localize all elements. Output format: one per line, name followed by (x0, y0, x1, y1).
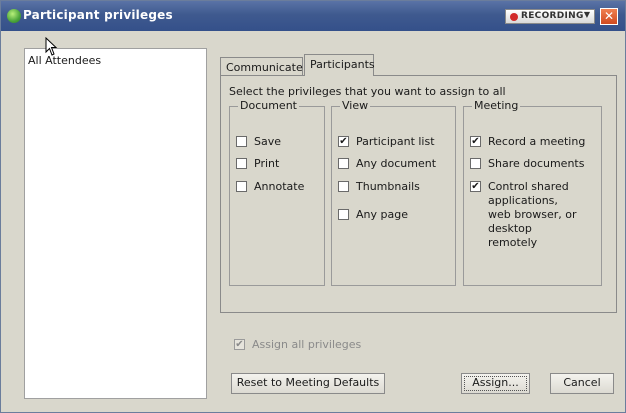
assign-button[interactable]: Assign... (461, 373, 530, 394)
view-group: View ✔ Participant list Any document Thu… (331, 99, 456, 286)
app-globe-icon (7, 9, 21, 23)
checkbox-box[interactable] (236, 181, 247, 192)
checkmark-icon[interactable]: ✔ (338, 136, 349, 147)
focus-rectangle (464, 376, 527, 391)
checkbox-box[interactable] (338, 181, 349, 192)
participant-privileges-window: Participant privileges RECORDING ▼ ✕ All… (0, 0, 626, 413)
checkbox-label: Print (254, 157, 280, 170)
group-title-document: Document (238, 99, 299, 112)
checkbox-label: Save (254, 135, 282, 148)
group-title-meeting: Meeting (472, 99, 521, 112)
checkbox-label: Any page (356, 208, 408, 221)
checkbox-label: Control shared applications, web browser… (488, 180, 577, 249)
tab-communicate[interactable]: Communicate (220, 57, 303, 75)
assign-all-label: Assign all privileges (252, 338, 362, 351)
document-group: Document Save Print Annotate (229, 99, 325, 286)
close-button[interactable]: ✕ (600, 8, 618, 25)
checkbox-label: Any document (356, 157, 437, 170)
reset-to-defaults-button[interactable]: Reset to Meeting Defaults (231, 373, 385, 394)
instruction-text: Select the privileges that you want to a… (229, 85, 506, 98)
participants-tab-panel: Select the privileges that you want to a… (220, 75, 617, 313)
checkmark-icon[interactable]: ✔ (470, 136, 481, 147)
list-item-all-attendees[interactable]: All Attendees (28, 54, 101, 67)
title-bar: Participant privileges RECORDING ▼ ✕ (1, 1, 625, 31)
cancel-button[interactable]: Cancel (550, 373, 614, 394)
checkbox-label: Participant list (356, 135, 435, 148)
checkmark-icon[interactable]: ✔ (234, 339, 245, 350)
chevron-down-icon: ▼ (583, 10, 590, 19)
mouse-pointer-icon (45, 37, 58, 56)
recording-label: RECORDING (521, 11, 584, 21)
checkbox-box[interactable] (338, 158, 349, 169)
checkbox-box[interactable] (236, 136, 247, 147)
tab-participants[interactable]: Participants (304, 54, 375, 76)
window-title: Participant privileges (23, 8, 173, 22)
checkbox-label: Share documents (488, 157, 585, 170)
recording-button[interactable]: RECORDING ▼ (505, 9, 595, 24)
checkbox-box[interactable] (236, 158, 247, 169)
group-title-view: View (340, 99, 371, 112)
meeting-group: Meeting ✔ Record a meeting Share documen… (463, 99, 602, 286)
checkbox-label: Thumbnails (356, 180, 420, 193)
checkbox-label: Annotate (254, 180, 305, 193)
checkbox-box[interactable] (338, 209, 349, 220)
recording-dot-icon (510, 13, 518, 21)
attendee-list[interactable]: All Attendees (24, 48, 207, 399)
checkbox-box[interactable] (470, 158, 481, 169)
checkmark-icon[interactable]: ✔ (470, 181, 481, 192)
checkbox-label: Record a meeting (488, 135, 586, 148)
